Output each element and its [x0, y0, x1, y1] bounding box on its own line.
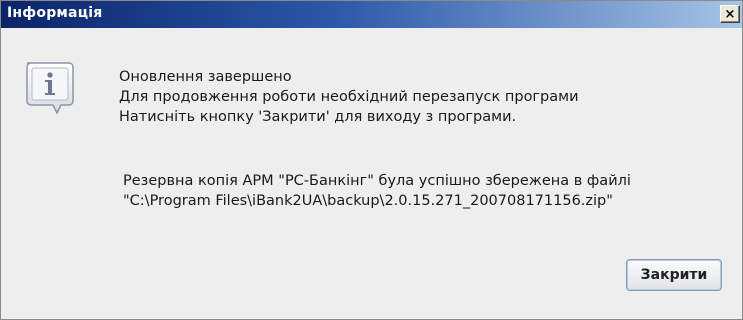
window-close-button[interactable]: ×	[720, 5, 740, 23]
info-dialog: Інформація × Оновлення завершено Для про…	[0, 0, 743, 320]
title-bar[interactable]: Інформація ×	[1, 1, 742, 28]
window-title: Інформація	[7, 5, 103, 21]
message-line-1: Оновлення завершено	[119, 69, 292, 85]
close-button[interactable]: Закрити	[626, 259, 722, 291]
message-text: Оновлення завершено Для продовження робо…	[119, 67, 579, 127]
backup-line-2: "C:\Program Files\iBank2UA\backup\2.0.15…	[123, 193, 613, 209]
message-line-2: Для продовження роботи необхідний переза…	[119, 89, 579, 105]
backup-line-1: Резервна копія АРМ "PC-Банкінг" була усп…	[123, 173, 631, 189]
message-line-3: Натисніть кнопку 'Закрити' для виходу з …	[119, 109, 517, 125]
info-icon	[26, 62, 74, 115]
close-icon: ×	[724, 6, 736, 22]
backup-message: Резервна копія АРМ "PC-Банкінг" була усп…	[123, 171, 631, 211]
